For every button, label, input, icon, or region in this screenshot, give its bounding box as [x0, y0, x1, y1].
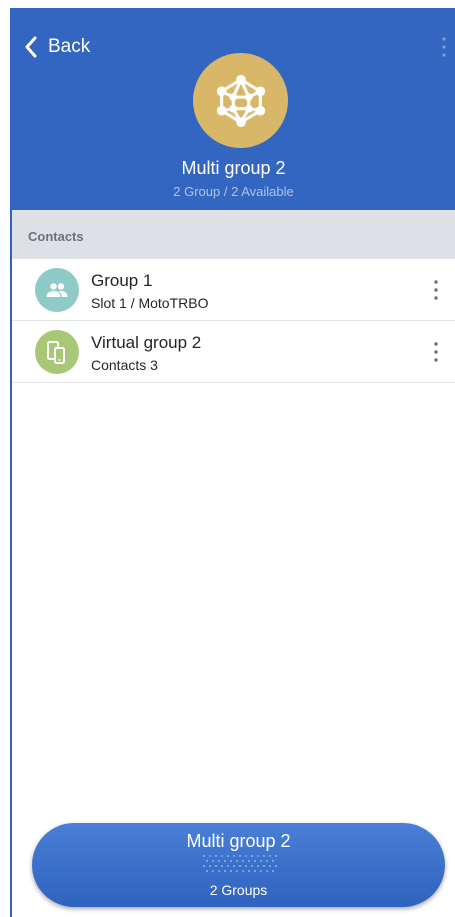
- push-to-talk-button[interactable]: Multi group 2 2 Groups: [32, 823, 445, 907]
- contact-avatar: [35, 268, 79, 312]
- contact-name: Group 1: [91, 271, 153, 290]
- chevron-left-icon: [25, 36, 37, 58]
- ptt-subtitle: 2 Groups: [209, 882, 268, 898]
- contact-name: Virtual group 2: [91, 333, 202, 352]
- devices-icon: [47, 341, 65, 364]
- back-button[interactable]: Back: [24, 34, 90, 60]
- people-icon: [46, 283, 68, 297]
- list-item[interactable]: Group 1 Slot 1 / MotoTRBO: [12, 259, 455, 321]
- contact-detail: Contacts 3: [91, 357, 158, 373]
- group-subtitle: 2 Group / 2 Available: [173, 184, 294, 199]
- network-icon: [216, 74, 265, 127]
- group-header: Back Multi group 2 2 Group / 2 Available: [12, 8, 455, 210]
- list-item[interactable]: Virtual group 2 Contacts 3: [12, 321, 455, 383]
- back-label: Back: [48, 36, 91, 57]
- more-vertical-icon[interactable]: [433, 279, 439, 301]
- contact-avatar: [35, 330, 79, 374]
- ptt-title: Multi group 2: [186, 831, 291, 851]
- app-screen: Back Multi group 2 2 Group / 2 Available…: [10, 8, 455, 917]
- contacts-section-header: Contacts: [12, 210, 455, 259]
- contact-detail: Slot 1 / MotoTRBO: [91, 295, 209, 311]
- more-vertical-icon[interactable]: [441, 36, 447, 58]
- more-vertical-icon[interactable]: [433, 341, 439, 363]
- section-label: Contacts: [28, 229, 84, 244]
- speaker-grille-icon: [203, 855, 277, 872]
- contacts-list: Group 1 Slot 1 / MotoTRBO Virtual group …: [12, 259, 455, 383]
- group-avatar: [193, 53, 288, 148]
- group-title: Multi group 2: [181, 158, 286, 178]
